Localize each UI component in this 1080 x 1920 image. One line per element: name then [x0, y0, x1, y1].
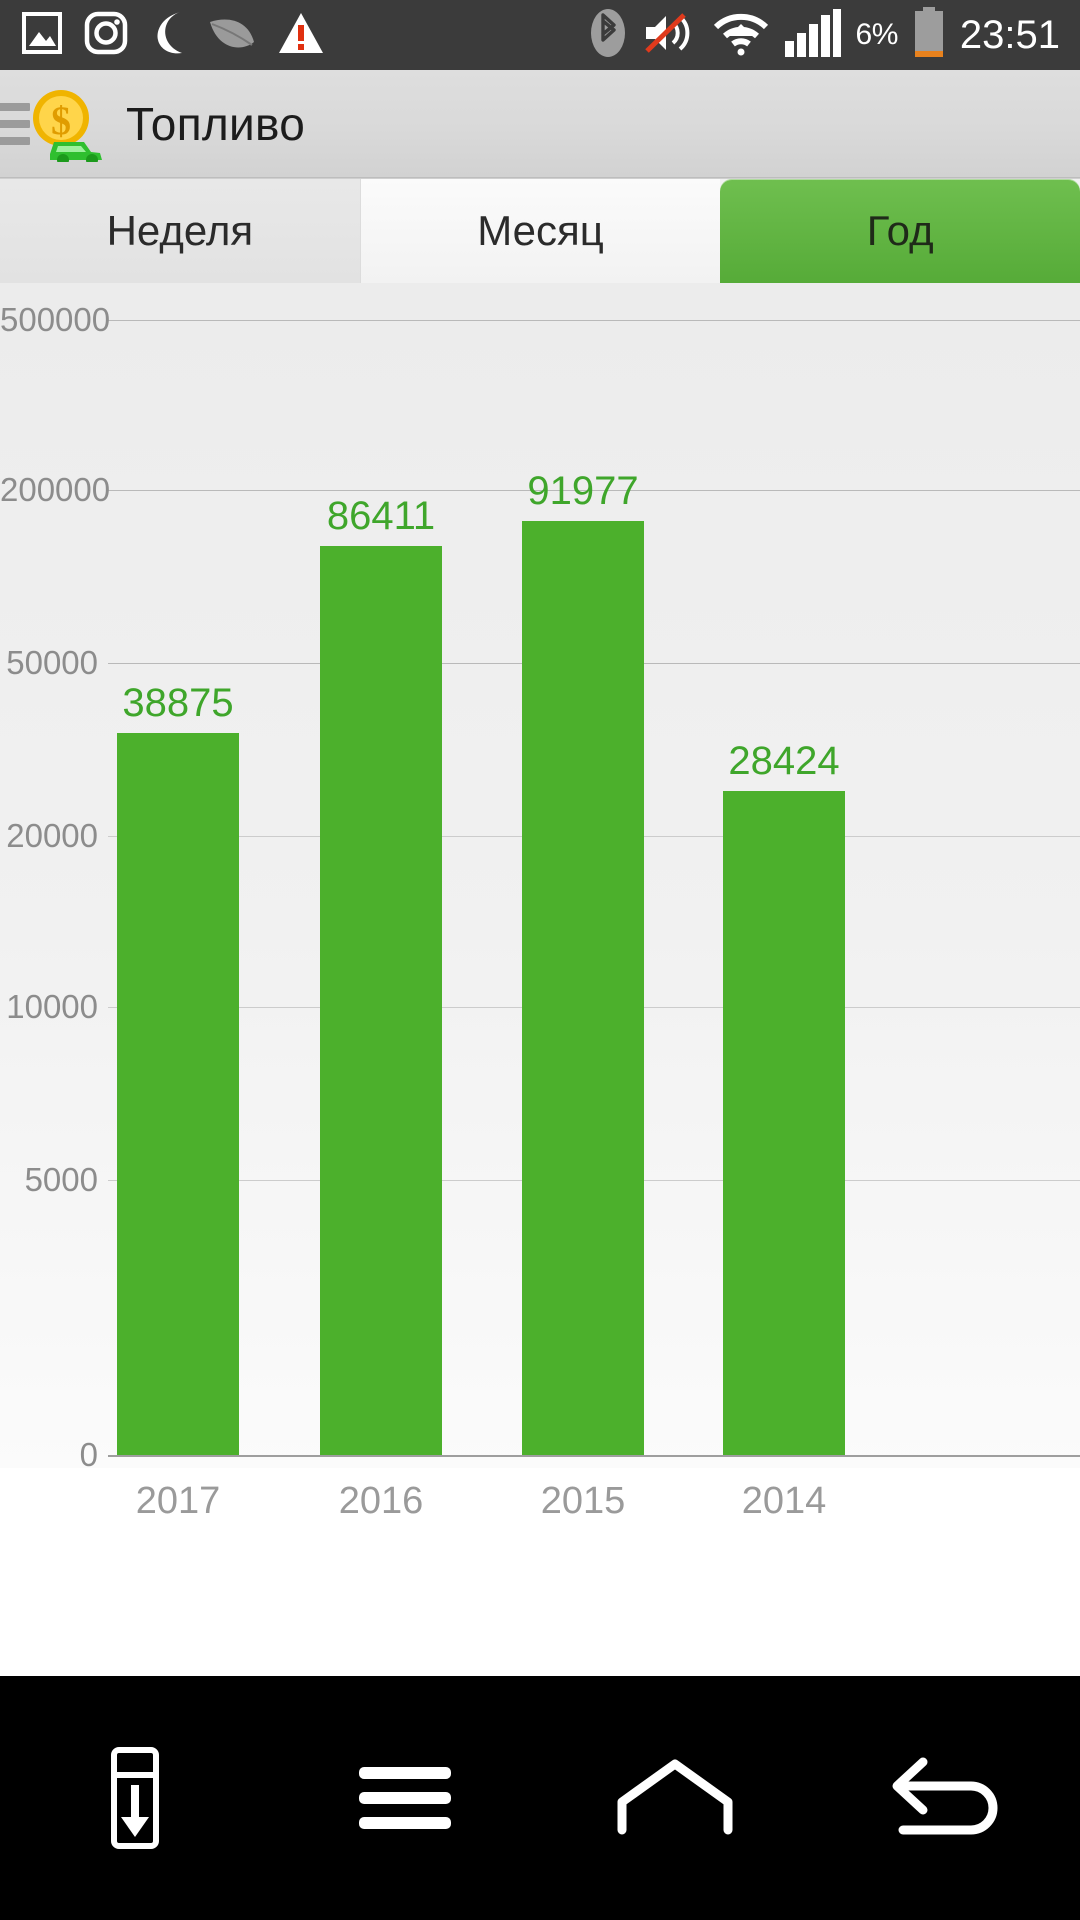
battery-percent-label: 6%: [855, 18, 899, 51]
screenshot-icon: [22, 11, 62, 60]
menu-button[interactable]: [270, 1676, 540, 1920]
warning-icon: [278, 11, 324, 60]
y-axis-tick-label: 200000: [0, 471, 111, 508]
bar-2015[interactable]: [522, 521, 644, 1455]
status-bar: 6% 23:51: [0, 0, 1080, 70]
y-axis-tick-label: 500000: [0, 301, 111, 338]
home-button[interactable]: [540, 1676, 810, 1920]
battery-icon: [912, 6, 946, 64]
y-axis-tick-label: 5000: [24, 1161, 98, 1198]
bar-chart-plot: 500000 200000 50000 20000 10000 5000 0 38875 864…: [0, 283, 1080, 1468]
page-title: Топливо: [126, 97, 306, 150]
period-tabs: Неделя Месяц Год: [0, 178, 1080, 283]
camera-icon: [84, 11, 128, 60]
x-axis-label-2016: 2016: [338, 1480, 424, 1522]
home-icon: [617, 1759, 733, 1835]
leaf-icon: [208, 12, 256, 59]
coin-car-icon: $: [28, 88, 110, 166]
back-button[interactable]: [810, 1676, 1080, 1920]
x-axis-label-2014: 2014: [741, 1480, 827, 1522]
y-axis-tick-label: 0: [79, 1436, 98, 1468]
menu-icon: [359, 1767, 451, 1829]
y-axis-tick-label: 50000: [6, 644, 98, 681]
bluetooth-icon: [588, 7, 628, 64]
pull-down-notification-button[interactable]: [0, 1676, 270, 1920]
bar-value-label: 86411: [326, 494, 436, 538]
tab-week[interactable]: Неделя: [0, 179, 360, 283]
bar-value-label: 38875: [122, 681, 234, 725]
moon-icon: [150, 10, 186, 61]
clock-label: 23:51: [959, 13, 1060, 57]
bar-2016[interactable]: [320, 546, 442, 1455]
system-navigation-bar: [0, 1676, 1080, 1920]
x-axis-line: [108, 1455, 1080, 1457]
download-box-icon: [111, 1747, 159, 1849]
bottom-whitespace: [0, 1560, 1080, 1676]
x-axis-label-strip: 2017 2016 2015 2014: [0, 1468, 1080, 1560]
volume-mute-icon: [642, 9, 698, 62]
bar-2014[interactable]: [723, 791, 845, 1455]
status-right-icons: 6% 23:51: [588, 6, 1080, 64]
svg-text:$: $: [51, 98, 71, 143]
app-bar: $ Топливо: [0, 70, 1080, 178]
hamburger-icon[interactable]: [0, 102, 30, 145]
status-left-icons: [0, 10, 324, 61]
bar-value-label: 28424: [728, 739, 840, 783]
tab-year[interactable]: Год: [720, 179, 1080, 283]
y-axis-tick-label: 20000: [6, 817, 98, 854]
signal-bars-icon: [784, 8, 842, 62]
bar-value-label: 91977: [527, 469, 639, 513]
bar-2017[interactable]: [117, 733, 239, 1455]
chart-container[interactable]: 500000 200000 50000 20000 10000 5000 0 38875 864…: [0, 283, 1080, 1468]
y-axis-tick-label: 10000: [6, 988, 98, 1025]
gridline: [108, 320, 1080, 321]
back-arrow-icon: [892, 1757, 998, 1835]
x-axis-label-2015: 2015: [540, 1480, 626, 1522]
wifi-icon: [712, 10, 770, 61]
x-axis-label-2017: 2017: [135, 1480, 221, 1522]
tab-month[interactable]: Месяц: [359, 179, 721, 283]
